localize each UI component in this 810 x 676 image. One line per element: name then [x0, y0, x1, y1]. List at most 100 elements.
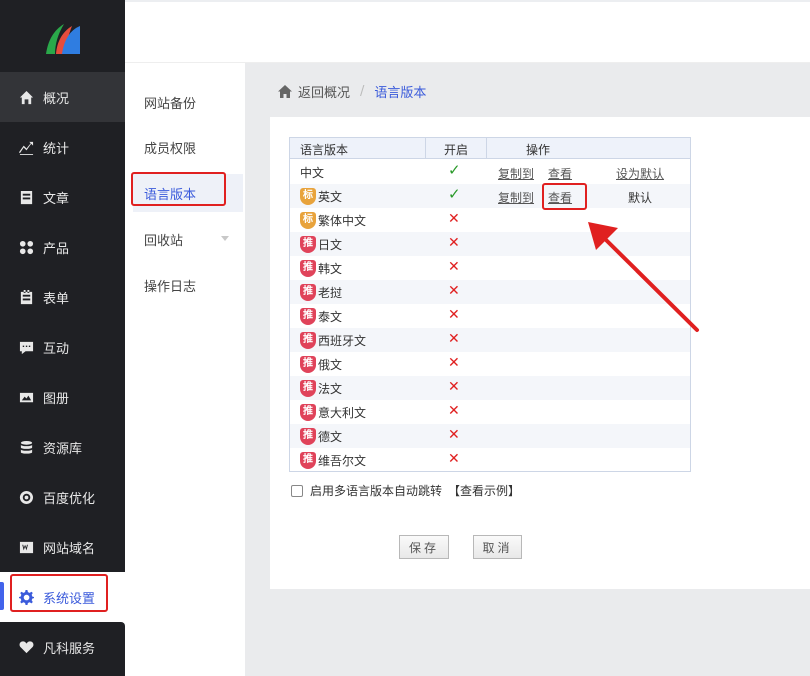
view-link[interactable]: 查看 — [548, 165, 572, 182]
home-icon[interactable] — [278, 85, 298, 98]
subnav-item-backup[interactable]: 网站备份 — [133, 83, 243, 121]
language-name: 推韩文 — [300, 260, 342, 277]
subnav-item-language[interactable]: 语言版本 — [133, 174, 243, 212]
disabled-cross-icon: ✕ — [448, 235, 460, 251]
gear-icon — [18, 589, 34, 605]
top-border — [125, 0, 810, 2]
language-name: 推西班牙文 — [300, 332, 366, 349]
seo-icon — [18, 489, 34, 505]
top-header — [125, 0, 810, 63]
language-label: 俄文 — [318, 358, 343, 372]
subnav-item-label: 语言版本 — [144, 187, 197, 203]
breadcrumb-current: 语言版本 — [374, 86, 427, 101]
domain-icon — [18, 539, 34, 555]
language-label: 中文 — [300, 166, 325, 180]
language-label: 老挝 — [318, 286, 343, 300]
nav-item-products[interactable]: 产品 — [0, 222, 125, 272]
language-label: 法文 — [318, 382, 343, 396]
breadcrumb-separator: / — [360, 84, 365, 99]
language-name: 推俄文 — [300, 356, 342, 373]
language-name: 推德文 — [300, 428, 342, 445]
nav-item-seo[interactable]: 百度优化 — [0, 472, 125, 522]
table-row: 中文 ✓ 复制到 查看 设为默认 — [290, 160, 690, 184]
nav-item-label: 网站域名 — [43, 541, 96, 557]
nav-item-resources[interactable]: 资源库 — [0, 422, 125, 472]
subnav-item-label: 成员权限 — [144, 141, 197, 157]
subnav-item-label: 回收站 — [144, 233, 184, 249]
cancel-button[interactable]: 取消 — [473, 535, 522, 559]
recommend-badge-icon: 推 — [300, 404, 316, 421]
nav-item-stats[interactable]: 统计 — [0, 122, 125, 172]
nav-item-service[interactable]: 凡科服务 — [0, 622, 125, 672]
language-name: 推老挝 — [300, 284, 342, 301]
column-header-enabled: 开启 — [444, 143, 469, 157]
table-row: 推德文 ✕ — [290, 424, 690, 448]
nav-item-label: 概况 — [43, 91, 70, 107]
nav-item-domain[interactable]: 网站域名 — [0, 522, 125, 572]
article-icon — [18, 189, 34, 205]
breadcrumb-back-link[interactable]: 返回概况 — [298, 82, 350, 101]
nav-item-settings[interactable]: 系统设置 — [0, 572, 125, 622]
auto-jump-option: 启用多语言版本自动跳转 【查看示例】 — [291, 482, 520, 499]
save-button[interactable]: 保存 — [399, 535, 449, 559]
language-label: 泰文 — [318, 310, 343, 324]
nav-item-interaction[interactable]: 互动 — [0, 322, 125, 372]
language-label: 德文 — [318, 430, 343, 444]
language-name: 推法文 — [300, 380, 342, 397]
nav-item-label: 资源库 — [43, 441, 83, 457]
recommend-badge-icon: 推 — [300, 308, 316, 325]
subnav-item-label: 网站备份 — [144, 96, 197, 112]
nav-item-label: 文章 — [43, 191, 70, 207]
language-label: 英文 — [318, 190, 343, 204]
view-example-link[interactable]: 【查看示例】 — [448, 482, 520, 499]
nav-item-label: 图册 — [43, 391, 70, 407]
recommend-badge-icon: 推 — [300, 236, 316, 253]
subnav-item-logs[interactable]: 操作日志 — [133, 266, 243, 304]
column-divider — [486, 138, 487, 159]
view-link[interactable]: 查看 — [548, 189, 572, 206]
copy-to-link[interactable]: 复制到 — [498, 189, 534, 206]
standard-badge-icon: 标 — [300, 188, 316, 205]
recommend-badge-icon: 推 — [300, 428, 316, 445]
copy-to-link[interactable]: 复制到 — [498, 165, 534, 182]
chat-icon — [18, 339, 34, 355]
heart-icon — [18, 639, 34, 655]
enabled-check-icon: ✓ — [448, 161, 461, 179]
subnav-item-label: 操作日志 — [144, 279, 197, 295]
nav-item-label: 产品 — [43, 241, 70, 257]
language-name: 推维吾尔文 — [300, 452, 366, 469]
auto-jump-label: 启用多语言版本自动跳转 — [310, 484, 443, 498]
language-label: 维吾尔文 — [318, 454, 367, 468]
table-row: 标英文 ✓ 复制到 查看 默认 — [290, 184, 690, 208]
album-icon — [18, 389, 34, 405]
recommend-badge-icon: 推 — [300, 332, 316, 349]
recommend-badge-icon: 推 — [300, 260, 316, 277]
default-label: 默认 — [628, 191, 653, 205]
database-icon — [18, 439, 34, 455]
subnav-item-recycle[interactable]: 回收站 — [133, 220, 243, 258]
app-logo — [46, 24, 80, 54]
set-default-link[interactable]: 设为默认 — [616, 165, 664, 182]
language-name: 标英文 — [300, 188, 342, 205]
nav-item-label: 互动 — [43, 341, 70, 357]
language-label: 繁体中文 — [318, 214, 367, 228]
auto-jump-checkbox[interactable] — [291, 484, 303, 497]
nav-item-forms[interactable]: 表单 — [0, 272, 125, 322]
language-label: 韩文 — [318, 262, 343, 276]
subnav-item-permissions[interactable]: 成员权限 — [133, 128, 243, 166]
nav-item-articles[interactable]: 文章 — [0, 172, 125, 222]
recommend-badge-icon: 推 — [300, 380, 316, 397]
standard-badge-icon: 标 — [300, 212, 316, 229]
recommend-badge-icon: 推 — [300, 452, 316, 469]
table-row: 推法文 ✕ — [290, 376, 690, 400]
language-name: 推泰文 — [300, 308, 342, 325]
chart-icon — [18, 139, 34, 155]
nav-item-album[interactable]: 图册 — [0, 372, 125, 422]
language-name: 中文 — [300, 164, 324, 181]
nav-item-overview[interactable]: 概况 — [0, 72, 125, 122]
column-header-actions: 操作 — [526, 143, 551, 157]
page-root: { "nav": { "items": [ {"label": "概况", "i… — [0, 0, 810, 676]
breadcrumb: 返回概况 / 语言版本 — [278, 82, 426, 101]
disabled-cross-icon: ✕ — [448, 307, 460, 323]
disabled-cross-icon: ✕ — [448, 355, 460, 371]
